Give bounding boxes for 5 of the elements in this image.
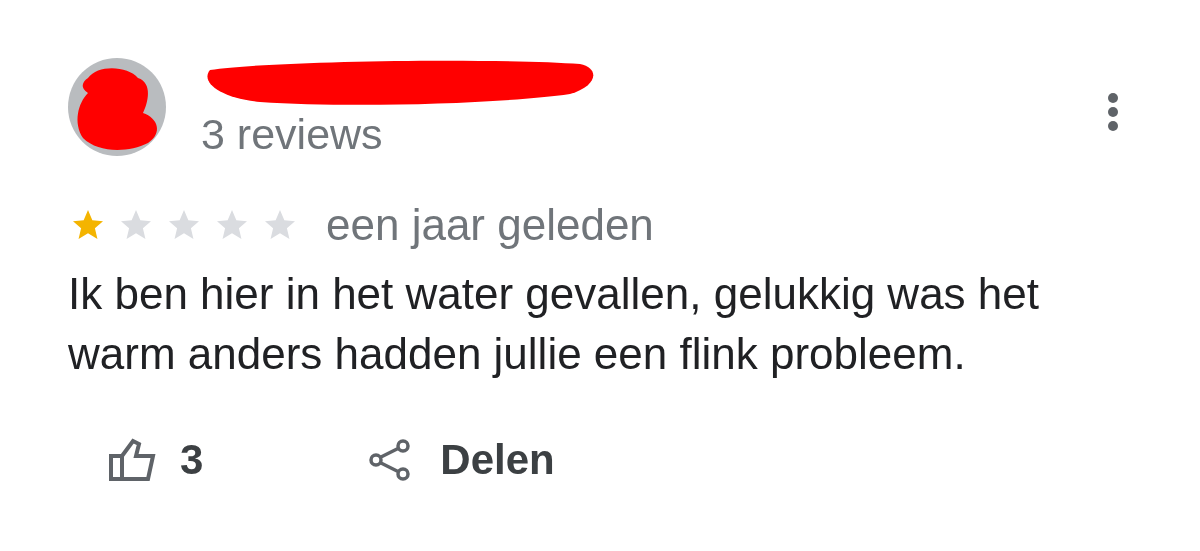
share-button[interactable]: Delen bbox=[368, 436, 555, 484]
review-text: Ik ben hier in het water gevallen, gelukkig was het warm anders hadden jullie een flink probleem. bbox=[68, 268, 1040, 380]
review-date: een jaar geleden bbox=[326, 200, 654, 250]
like-button[interactable]: 3 bbox=[108, 436, 204, 484]
reviews-count: 3 reviews bbox=[201, 109, 384, 160]
